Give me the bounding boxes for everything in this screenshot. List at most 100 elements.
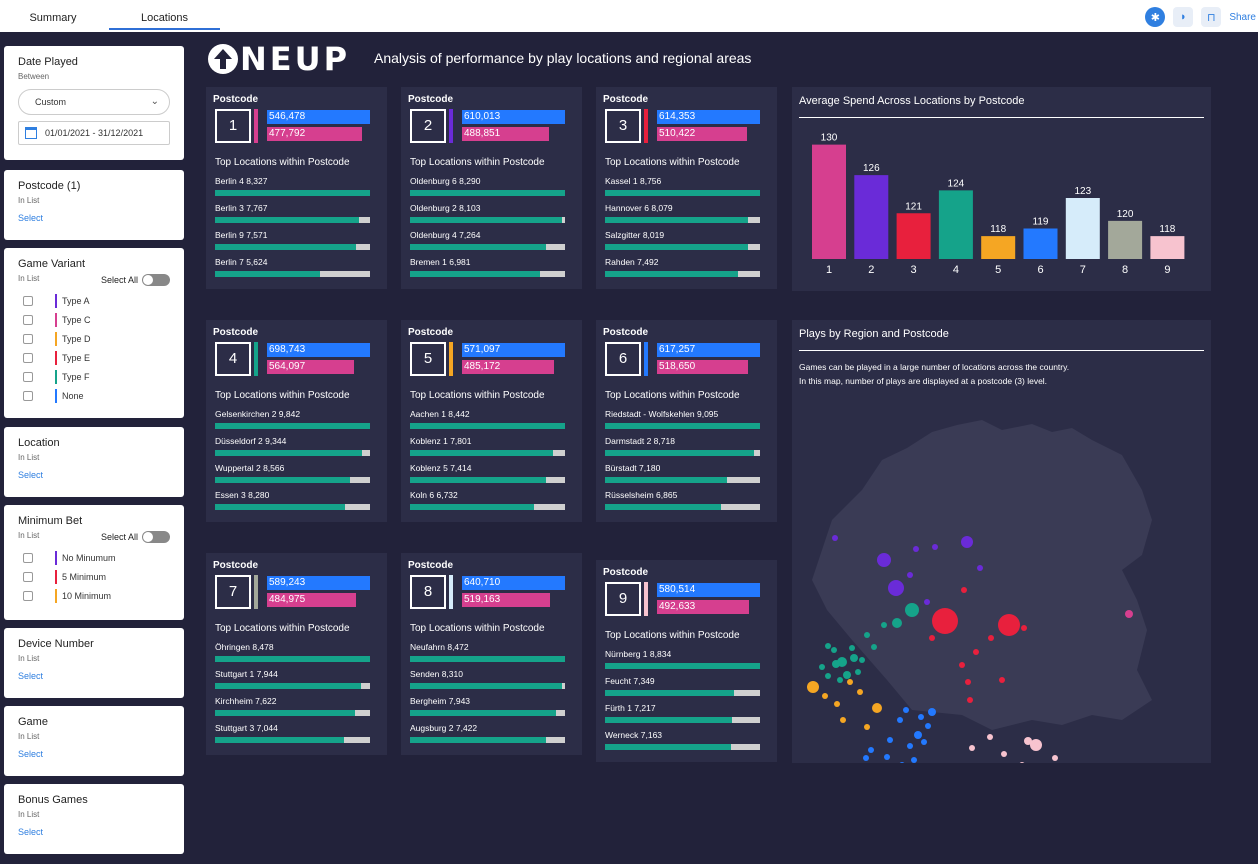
option-row[interactable]: Type C <box>18 310 170 329</box>
location-marker[interactable] <box>1019 762 1025 763</box>
location-marker[interactable] <box>884 754 890 760</box>
select-all-toggle[interactable] <box>142 274 170 286</box>
globe-icon[interactable]: ✱ <box>1145 7 1166 27</box>
location-row[interactable]: Bremen 1 6,981 <box>410 257 565 277</box>
location-marker[interactable] <box>849 645 855 651</box>
location-marker[interactable] <box>903 707 909 713</box>
location-marker[interactable] <box>911 757 917 763</box>
location-marker[interactable] <box>1021 625 1027 631</box>
location-marker[interactable] <box>905 603 919 617</box>
location-row[interactable]: Essen 3 8,280 <box>215 490 370 510</box>
option-row[interactable]: Type A <box>18 291 170 310</box>
location-row[interactable]: Gelsenkirchen 2 9,842 <box>215 409 370 429</box>
location-marker[interactable] <box>959 662 965 668</box>
location-marker[interactable] <box>831 647 837 653</box>
location-marker[interactable] <box>1052 755 1058 761</box>
location-marker[interactable] <box>924 599 930 605</box>
share-button[interactable]: Share <box>1229 12 1256 23</box>
location-marker[interactable] <box>887 737 893 743</box>
location-row[interactable]: Öhringen 8,478 <box>215 642 370 662</box>
location-row[interactable]: Rahden 7,492 <box>605 257 760 277</box>
date-range-input[interactable]: 01/01/2021 - 31/12/2021 <box>18 121 170 145</box>
checkbox[interactable] <box>23 552 33 563</box>
lock-icon[interactable]: ⊓ <box>1201 7 1222 27</box>
location-row[interactable]: Kassel 1 8,756 <box>605 176 760 196</box>
location-marker[interactable] <box>863 755 869 761</box>
location-marker[interactable] <box>977 565 983 571</box>
location-row[interactable]: Werneck 7,163 <box>605 730 760 750</box>
location-marker[interactable] <box>832 660 840 668</box>
location-row[interactable]: Nürnberg 1 8,834 <box>605 649 760 669</box>
postcode-select-link[interactable]: Select <box>18 213 170 223</box>
location-marker[interactable] <box>1001 751 1007 757</box>
location-marker[interactable] <box>864 632 870 638</box>
option-row[interactable]: 5 Minimum <box>18 567 170 586</box>
postcode-card-3[interactable]: Postcode 3 614,353 510,422 Top Locations wit… <box>596 87 777 289</box>
location-row[interactable]: Kirchheim 7,622 <box>215 696 370 716</box>
location-marker[interactable] <box>987 734 993 740</box>
location-marker[interactable] <box>840 717 846 723</box>
location-marker[interactable] <box>999 677 1005 683</box>
location-row[interactable]: Stuttgart 1 7,944 <box>215 669 370 689</box>
location-row[interactable]: Aachen 1 8,442 <box>410 409 565 429</box>
location-row[interactable]: Oldenburg 6 8,290 <box>410 176 565 196</box>
rss-icon[interactable]: ◗ <box>1173 7 1194 27</box>
bar-3[interactable] <box>896 213 931 259</box>
postcode-card-4[interactable]: Postcode 4 698,743 564,097 Top Locations wit… <box>206 320 387 522</box>
location-row[interactable]: Oldenburg 2 8,103 <box>410 203 565 223</box>
bar-7[interactable] <box>1065 198 1100 259</box>
checkbox[interactable] <box>23 352 33 363</box>
option-row[interactable]: 10 Minimum <box>18 586 170 605</box>
location-row[interactable]: Berlin 3 7,767 <box>215 203 370 223</box>
location-row[interactable]: Salzgitter 8,019 <box>605 230 760 250</box>
bar-6[interactable] <box>1023 228 1058 260</box>
location-marker[interactable] <box>921 739 927 745</box>
location-marker[interactable] <box>965 679 971 685</box>
location-marker[interactable] <box>913 546 919 552</box>
variant-select-all[interactable]: Select All <box>101 274 170 286</box>
location-row[interactable]: Bürstadt 7,180 <box>605 463 760 483</box>
location-marker[interactable] <box>834 701 840 707</box>
location-marker[interactable] <box>961 536 973 548</box>
postcode-card-5[interactable]: Postcode 5 571,097 485,172 Top Locations wit… <box>401 320 582 522</box>
postcode-card-7[interactable]: Postcode 7 589,243 484,975 Top Locations wit… <box>206 553 387 755</box>
bar-5[interactable] <box>981 236 1016 259</box>
option-row[interactable]: Type E <box>18 348 170 367</box>
location-marker[interactable] <box>899 762 905 763</box>
location-marker[interactable] <box>868 747 874 753</box>
option-row[interactable]: Type D <box>18 329 170 348</box>
postcode-card-2[interactable]: Postcode 2 610,013 488,851 Top Locations wit… <box>401 87 582 289</box>
location-row[interactable]: Koln 6 6,732 <box>410 490 565 510</box>
location-marker[interactable] <box>925 723 931 729</box>
tab-locations[interactable]: Locations <box>109 0 220 30</box>
location-marker[interactable] <box>822 693 828 699</box>
location-select-link[interactable]: Select <box>18 470 170 480</box>
location-marker[interactable] <box>859 657 865 663</box>
location-marker[interactable] <box>928 708 936 716</box>
option-row[interactable]: Type F <box>18 367 170 386</box>
location-row[interactable]: Koblenz 5 7,414 <box>410 463 565 483</box>
location-marker[interactable] <box>888 580 904 596</box>
location-row[interactable]: Stuttgart 3 7,044 <box>215 723 370 743</box>
location-marker[interactable] <box>832 535 838 541</box>
location-marker[interactable] <box>877 553 891 567</box>
location-marker[interactable] <box>907 572 913 578</box>
location-row[interactable]: Oldenburg 4 7,264 <box>410 230 565 250</box>
location-marker[interactable] <box>850 654 858 662</box>
location-marker[interactable] <box>871 644 877 650</box>
location-marker[interactable] <box>864 724 870 730</box>
location-marker[interactable] <box>837 677 843 683</box>
select-all-toggle[interactable] <box>142 531 170 543</box>
bar-9[interactable] <box>1150 236 1185 259</box>
location-row[interactable]: Riedstadt - Wolfskehlen 9,095 <box>605 409 760 429</box>
location-marker[interactable] <box>907 743 913 749</box>
bar-8[interactable] <box>1108 220 1143 259</box>
location-marker[interactable] <box>929 635 935 641</box>
location-marker[interactable] <box>819 664 825 670</box>
location-row[interactable]: Neufahrn 8,472 <box>410 642 565 662</box>
location-row[interactable]: Rüsselsheim 6,865 <box>605 490 760 510</box>
checkbox[interactable] <box>23 390 33 401</box>
location-marker[interactable] <box>892 618 902 628</box>
postcode-card-6[interactable]: Postcode 6 617,257 518,650 Top Locations wit… <box>596 320 777 522</box>
location-marker[interactable] <box>967 697 973 703</box>
